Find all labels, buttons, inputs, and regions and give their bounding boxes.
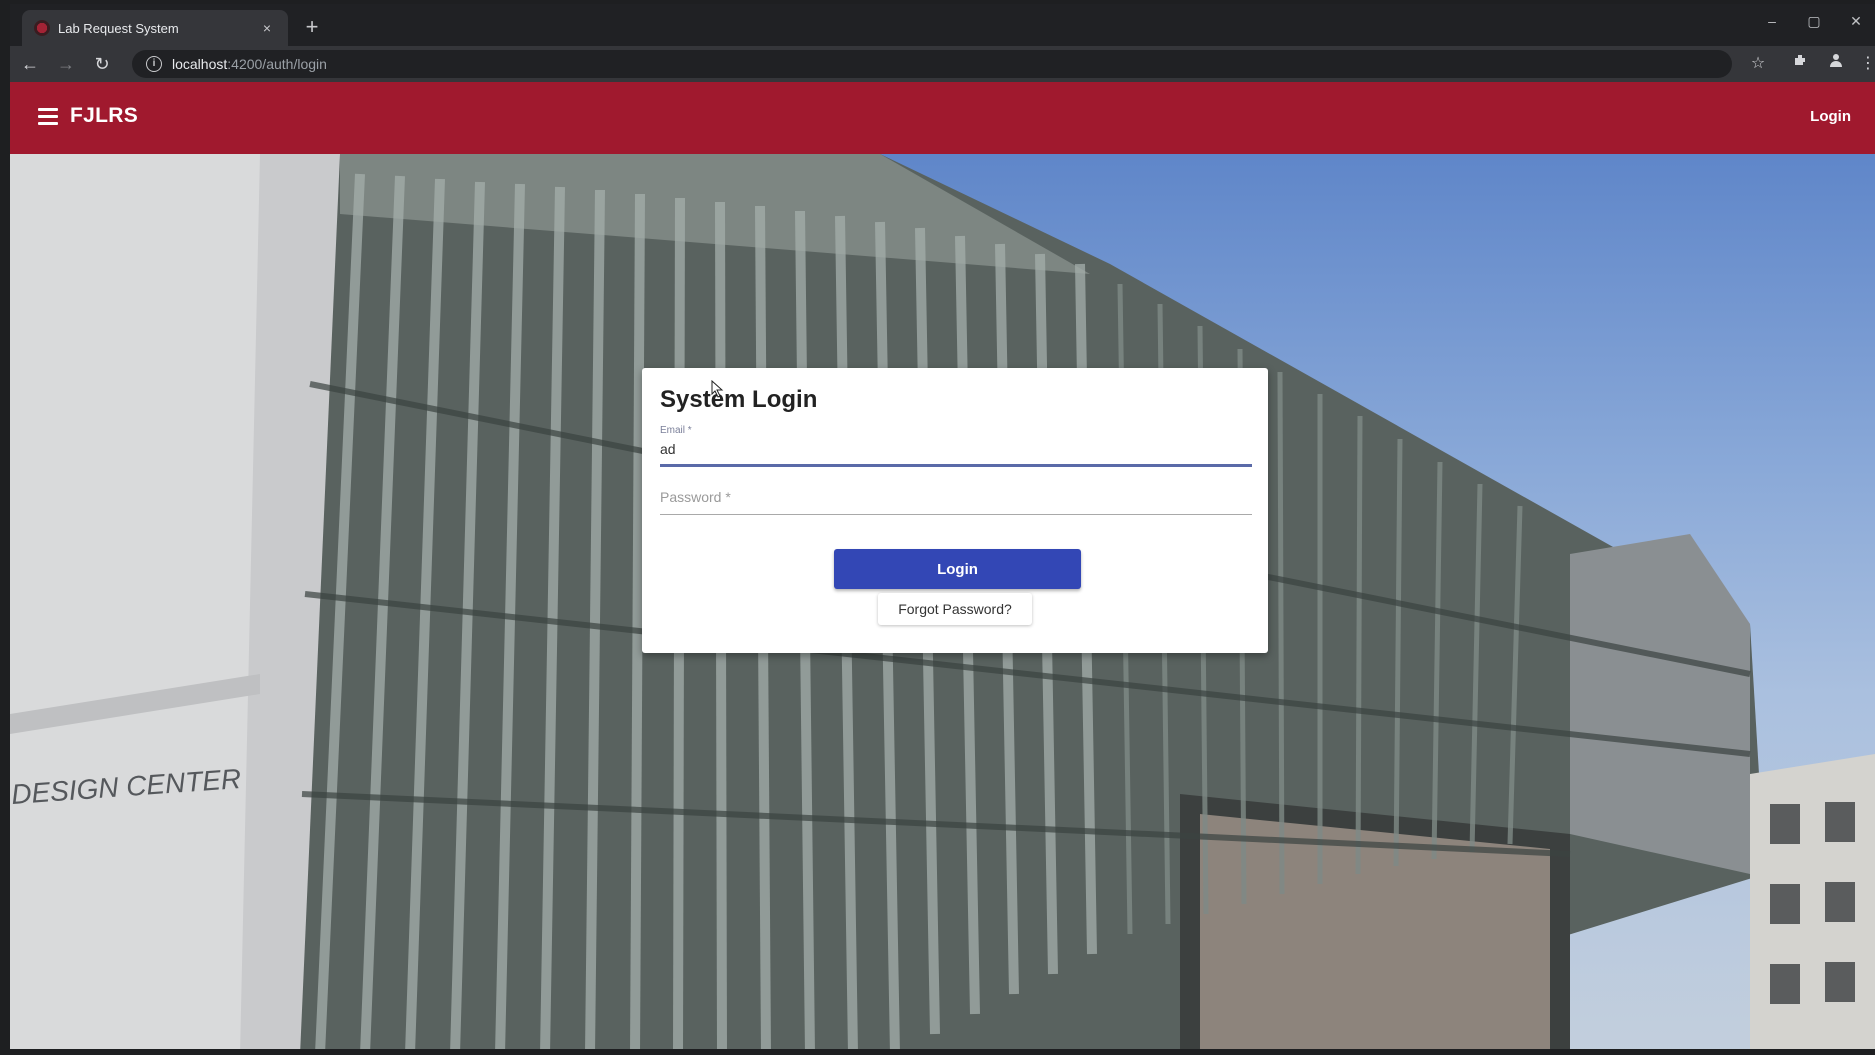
login-button[interactable]: Login	[834, 549, 1081, 589]
info-icon[interactable]: i	[146, 56, 162, 72]
favicon-icon	[34, 20, 50, 36]
address-bar[interactable]: i localhost :4200/auth/login	[132, 50, 1732, 78]
tab-title: Lab Request System	[58, 20, 179, 36]
url-path: :4200/auth/login	[227, 56, 327, 72]
hamburger-menu-icon[interactable]	[38, 108, 58, 126]
back-icon[interactable]: ←	[18, 52, 42, 76]
reload-icon[interactable]: ↻	[90, 52, 114, 76]
window-bottom-edge	[0, 1049, 1875, 1055]
email-field[interactable]	[660, 438, 1250, 460]
browser-tab[interactable]: Lab Request System ×	[22, 10, 288, 46]
profile-icon[interactable]	[1824, 52, 1848, 76]
forgot-password-button[interactable]: Forgot Password?	[878, 593, 1032, 625]
tab-strip: Lab Request System × + – ▢ ✕	[10, 4, 1875, 46]
login-title: System Login	[660, 386, 818, 413]
app-brand[interactable]: FJLRS	[70, 104, 138, 128]
bookmark-star-icon[interactable]: ☆	[1746, 52, 1770, 76]
login-card: System Login Email * Login Forgot Passwo…	[642, 368, 1268, 653]
email-label: Email *	[660, 425, 692, 436]
password-field[interactable]	[660, 486, 1250, 508]
close-window-button[interactable]: ✕	[1836, 8, 1875, 34]
extensions-icon[interactable]	[1788, 52, 1812, 76]
tab-close-icon[interactable]: ×	[258, 20, 276, 36]
new-tab-button[interactable]: +	[300, 16, 324, 40]
browser-window: Lab Request System × + – ▢ ✕ ← → ↻ i loc…	[0, 0, 1875, 1055]
text-cursor-icon	[711, 380, 724, 398]
maximize-button[interactable]: ▢	[1794, 8, 1834, 34]
browser-toolbar: ← → ↻ i localhost :4200/auth/login ☆ ⋮	[10, 46, 1875, 82]
app-viewport: FJLRS Login DESIGN CENTER System Login E…	[10, 82, 1875, 1055]
forward-icon[interactable]: →	[54, 52, 78, 76]
minimize-button[interactable]: –	[1752, 8, 1792, 34]
browser-menu-icon[interactable]: ⋮	[1856, 52, 1875, 76]
header-login-link[interactable]: Login	[1810, 108, 1851, 125]
app-header: FJLRS Login	[10, 82, 1875, 154]
url-host: localhost	[172, 56, 228, 72]
password-underline	[660, 514, 1252, 515]
email-underline	[660, 464, 1252, 467]
